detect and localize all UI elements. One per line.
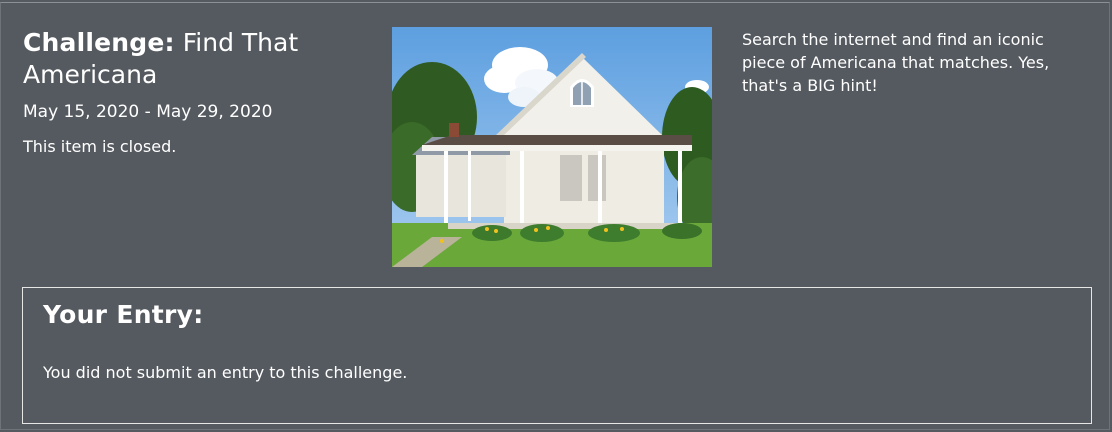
entry-title: Your Entry: [43,300,204,329]
challenge-status: This item is closed. [23,137,177,156]
challenge-title: Challenge: Find That Americana [23,27,363,91]
challenge-info: Challenge: Find That Americana May 15, 2… [23,27,363,157]
challenge-label: Challenge: [23,28,175,57]
your-entry-panel: Your Entry: You did not submit an entry … [22,287,1092,424]
challenge-description: Search the internet and find an iconic p… [742,30,1050,95]
challenge-dates: May 15, 2020 - May 29, 2020 [23,102,273,122]
entry-message: You did not submit an entry to this chal… [43,363,408,382]
challenge-photo [392,27,712,267]
challenge-panel: Challenge: Find That Americana May 15, 2… [0,2,1110,430]
